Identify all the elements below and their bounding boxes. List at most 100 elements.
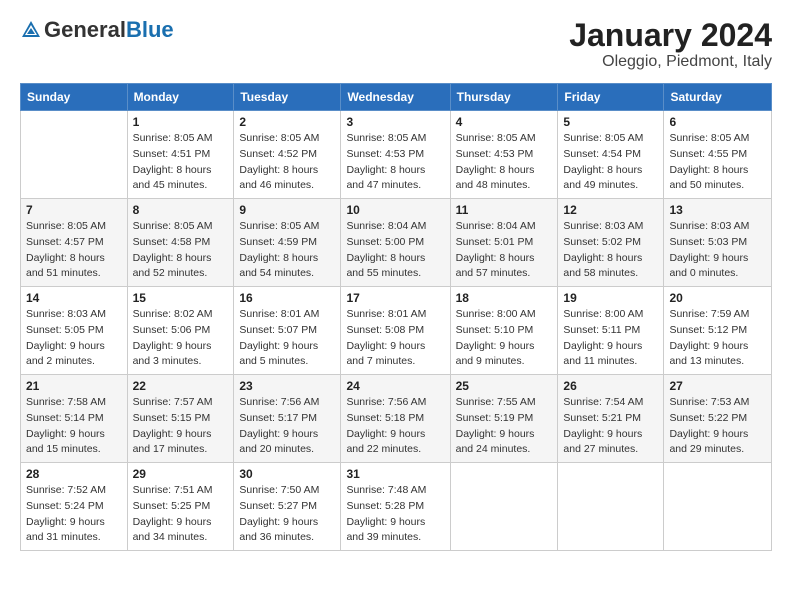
day-cell: 9 Sunrise: 8:05 AMSunset: 4:59 PMDaylight…: [234, 199, 341, 287]
logo-blue-text: Blue: [126, 17, 174, 42]
day-cell: 16 Sunrise: 8:01 AMSunset: 5:07 PMDayligh…: [234, 287, 341, 375]
day-number: 15: [133, 291, 229, 305]
week-row-1: 7 Sunrise: 8:05 AMSunset: 4:57 PMDaylight…: [21, 199, 772, 287]
day-number: 6: [669, 115, 766, 129]
day-detail: Sunrise: 7:54 AMSunset: 5:21 PMDaylight:…: [563, 395, 658, 458]
day-detail: Sunrise: 8:03 AMSunset: 5:03 PMDaylight:…: [669, 219, 766, 282]
logo-icon: [20, 19, 42, 41]
day-cell: 2Sunrise: 8:05 AMSunset: 4:52 PMDaylight…: [234, 111, 341, 199]
day-number: 1: [133, 115, 229, 129]
calendar-title: January 2024: [569, 18, 772, 53]
day-detail: Sunrise: 8:01 AMSunset: 5:07 PMDaylight:…: [239, 307, 335, 370]
day-cell: 25 Sunrise: 7:55 AMSunset: 5:19 PMDayligh…: [450, 375, 558, 463]
calendar-table: Sunday Monday Tuesday Wednesday Thursday…: [20, 83, 772, 551]
day-number: 18: [456, 291, 553, 305]
day-number: 7: [26, 203, 122, 217]
day-cell: [21, 111, 128, 199]
day-number: 12: [563, 203, 658, 217]
day-number: 5: [563, 115, 658, 129]
day-number: 8: [133, 203, 229, 217]
day-cell: 11Sunrise: 8:04 AMSunset: 5:01 PMDayligh…: [450, 199, 558, 287]
week-row-2: 14 Sunrise: 8:03 AMSunset: 5:05 PMDayligh…: [21, 287, 772, 375]
day-detail: Sunrise: 8:05 AMSunset: 4:51 PMDaylight:…: [133, 131, 229, 194]
day-cell: 8 Sunrise: 8:05 AMSunset: 4:58 PMDaylight…: [127, 199, 234, 287]
day-cell: 28 Sunrise: 7:52 AMSunset: 5:24 PMDayligh…: [21, 463, 128, 551]
day-number: 16: [239, 291, 335, 305]
day-number: 21: [26, 379, 122, 393]
day-cell: 20 Sunrise: 7:59 AMSunset: 5:12 PMDayligh…: [664, 287, 772, 375]
week-row-0: 1 Sunrise: 8:05 AMSunset: 4:51 PMDaylight…: [21, 111, 772, 199]
day-number: 13: [669, 203, 766, 217]
day-detail: Sunrise: 7:59 AMSunset: 5:12 PMDaylight:…: [669, 307, 766, 370]
day-cell: 30Sunrise: 7:50 AMSunset: 5:27 PMDayligh…: [234, 463, 341, 551]
header: GeneralBlue January 2024 Oleggio, Piedmo…: [20, 18, 772, 71]
header-tuesday: Tuesday: [234, 84, 341, 111]
day-number: 26: [563, 379, 658, 393]
header-row: Sunday Monday Tuesday Wednesday Thursday…: [21, 84, 772, 111]
day-number: 11: [456, 203, 553, 217]
day-detail: Sunrise: 7:55 AMSunset: 5:19 PMDaylight:…: [456, 395, 553, 458]
day-detail: Sunrise: 8:05 AMSunset: 4:57 PMDaylight:…: [26, 219, 122, 282]
day-cell: 6Sunrise: 8:05 AMSunset: 4:55 PMDaylight…: [664, 111, 772, 199]
day-number: 14: [26, 291, 122, 305]
day-cell: [664, 463, 772, 551]
day-cell: 26 Sunrise: 7:54 AMSunset: 5:21 PMDayligh…: [558, 375, 664, 463]
day-detail: Sunrise: 7:52 AMSunset: 5:24 PMDaylight:…: [26, 483, 122, 546]
week-row-3: 21 Sunrise: 7:58 AMSunset: 5:14 PMDayligh…: [21, 375, 772, 463]
day-number: 28: [26, 467, 122, 481]
header-thursday: Thursday: [450, 84, 558, 111]
day-detail: Sunrise: 8:03 AMSunset: 5:05 PMDaylight:…: [26, 307, 122, 370]
day-number: 27: [669, 379, 766, 393]
header-saturday: Saturday: [664, 84, 772, 111]
day-cell: 22Sunrise: 7:57 AMSunset: 5:15 PMDayligh…: [127, 375, 234, 463]
day-cell: 17 Sunrise: 8:01 AMSunset: 5:08 PMDayligh…: [341, 287, 450, 375]
header-monday: Monday: [127, 84, 234, 111]
day-detail: Sunrise: 8:05 AMSunset: 4:58 PMDaylight:…: [133, 219, 229, 282]
day-detail: Sunrise: 8:05 AMSunset: 4:52 PMDaylight:…: [239, 131, 335, 194]
day-number: 3: [346, 115, 444, 129]
day-number: 20: [669, 291, 766, 305]
day-cell: 31Sunrise: 7:48 AMSunset: 5:28 PMDayligh…: [341, 463, 450, 551]
day-cell: [558, 463, 664, 551]
day-detail: Sunrise: 8:02 AMSunset: 5:06 PMDaylight:…: [133, 307, 229, 370]
logo-general-text: General: [44, 17, 126, 42]
day-number: 19: [563, 291, 658, 305]
day-cell: 29Sunrise: 7:51 AMSunset: 5:25 PMDayligh…: [127, 463, 234, 551]
day-number: 17: [346, 291, 444, 305]
header-sunday: Sunday: [21, 84, 128, 111]
day-number: 9: [239, 203, 335, 217]
day-detail: Sunrise: 8:05 AMSunset: 4:59 PMDaylight:…: [239, 219, 335, 282]
day-detail: Sunrise: 8:00 AMSunset: 5:11 PMDaylight:…: [563, 307, 658, 370]
day-detail: Sunrise: 8:01 AMSunset: 5:08 PMDaylight:…: [346, 307, 444, 370]
calendar-subtitle: Oleggio, Piedmont, Italy: [569, 53, 772, 71]
day-detail: Sunrise: 7:58 AMSunset: 5:14 PMDaylight:…: [26, 395, 122, 458]
day-detail: Sunrise: 7:51 AMSunset: 5:25 PMDaylight:…: [133, 483, 229, 546]
title-block: January 2024 Oleggio, Piedmont, Italy: [569, 18, 772, 71]
day-cell: 13 Sunrise: 8:03 AMSunset: 5:03 PMDayligh…: [664, 199, 772, 287]
day-detail: Sunrise: 7:56 AMSunset: 5:18 PMDaylight:…: [346, 395, 444, 458]
day-number: 10: [346, 203, 444, 217]
day-cell: 19 Sunrise: 8:00 AMSunset: 5:11 PMDayligh…: [558, 287, 664, 375]
day-detail: Sunrise: 7:50 AMSunset: 5:27 PMDaylight:…: [239, 483, 335, 546]
day-detail: Sunrise: 7:56 AMSunset: 5:17 PMDaylight:…: [239, 395, 335, 458]
header-wednesday: Wednesday: [341, 84, 450, 111]
day-cell: 1 Sunrise: 8:05 AMSunset: 4:51 PMDaylight…: [127, 111, 234, 199]
day-detail: Sunrise: 8:00 AMSunset: 5:10 PMDaylight:…: [456, 307, 553, 370]
day-number: 22: [133, 379, 229, 393]
day-number: 25: [456, 379, 553, 393]
day-number: 24: [346, 379, 444, 393]
day-detail: Sunrise: 8:05 AMSunset: 4:53 PMDaylight:…: [346, 131, 444, 194]
day-cell: 18 Sunrise: 8:00 AMSunset: 5:10 PMDayligh…: [450, 287, 558, 375]
day-number: 31: [346, 467, 444, 481]
header-friday: Friday: [558, 84, 664, 111]
day-cell: 12Sunrise: 8:03 AMSunset: 5:02 PMDayligh…: [558, 199, 664, 287]
day-detail: Sunrise: 8:05 AMSunset: 4:54 PMDaylight:…: [563, 131, 658, 194]
day-number: 4: [456, 115, 553, 129]
day-cell: 24 Sunrise: 7:56 AMSunset: 5:18 PMDayligh…: [341, 375, 450, 463]
day-cell: 7 Sunrise: 8:05 AMSunset: 4:57 PMDaylight…: [21, 199, 128, 287]
day-detail: Sunrise: 8:05 AMSunset: 4:53 PMDaylight:…: [456, 131, 553, 194]
day-cell: 27Sunrise: 7:53 AMSunset: 5:22 PMDayligh…: [664, 375, 772, 463]
week-row-4: 28 Sunrise: 7:52 AMSunset: 5:24 PMDayligh…: [21, 463, 772, 551]
day-cell: 23Sunrise: 7:56 AMSunset: 5:17 PMDayligh…: [234, 375, 341, 463]
page: GeneralBlue January 2024 Oleggio, Piedmo…: [0, 0, 792, 561]
